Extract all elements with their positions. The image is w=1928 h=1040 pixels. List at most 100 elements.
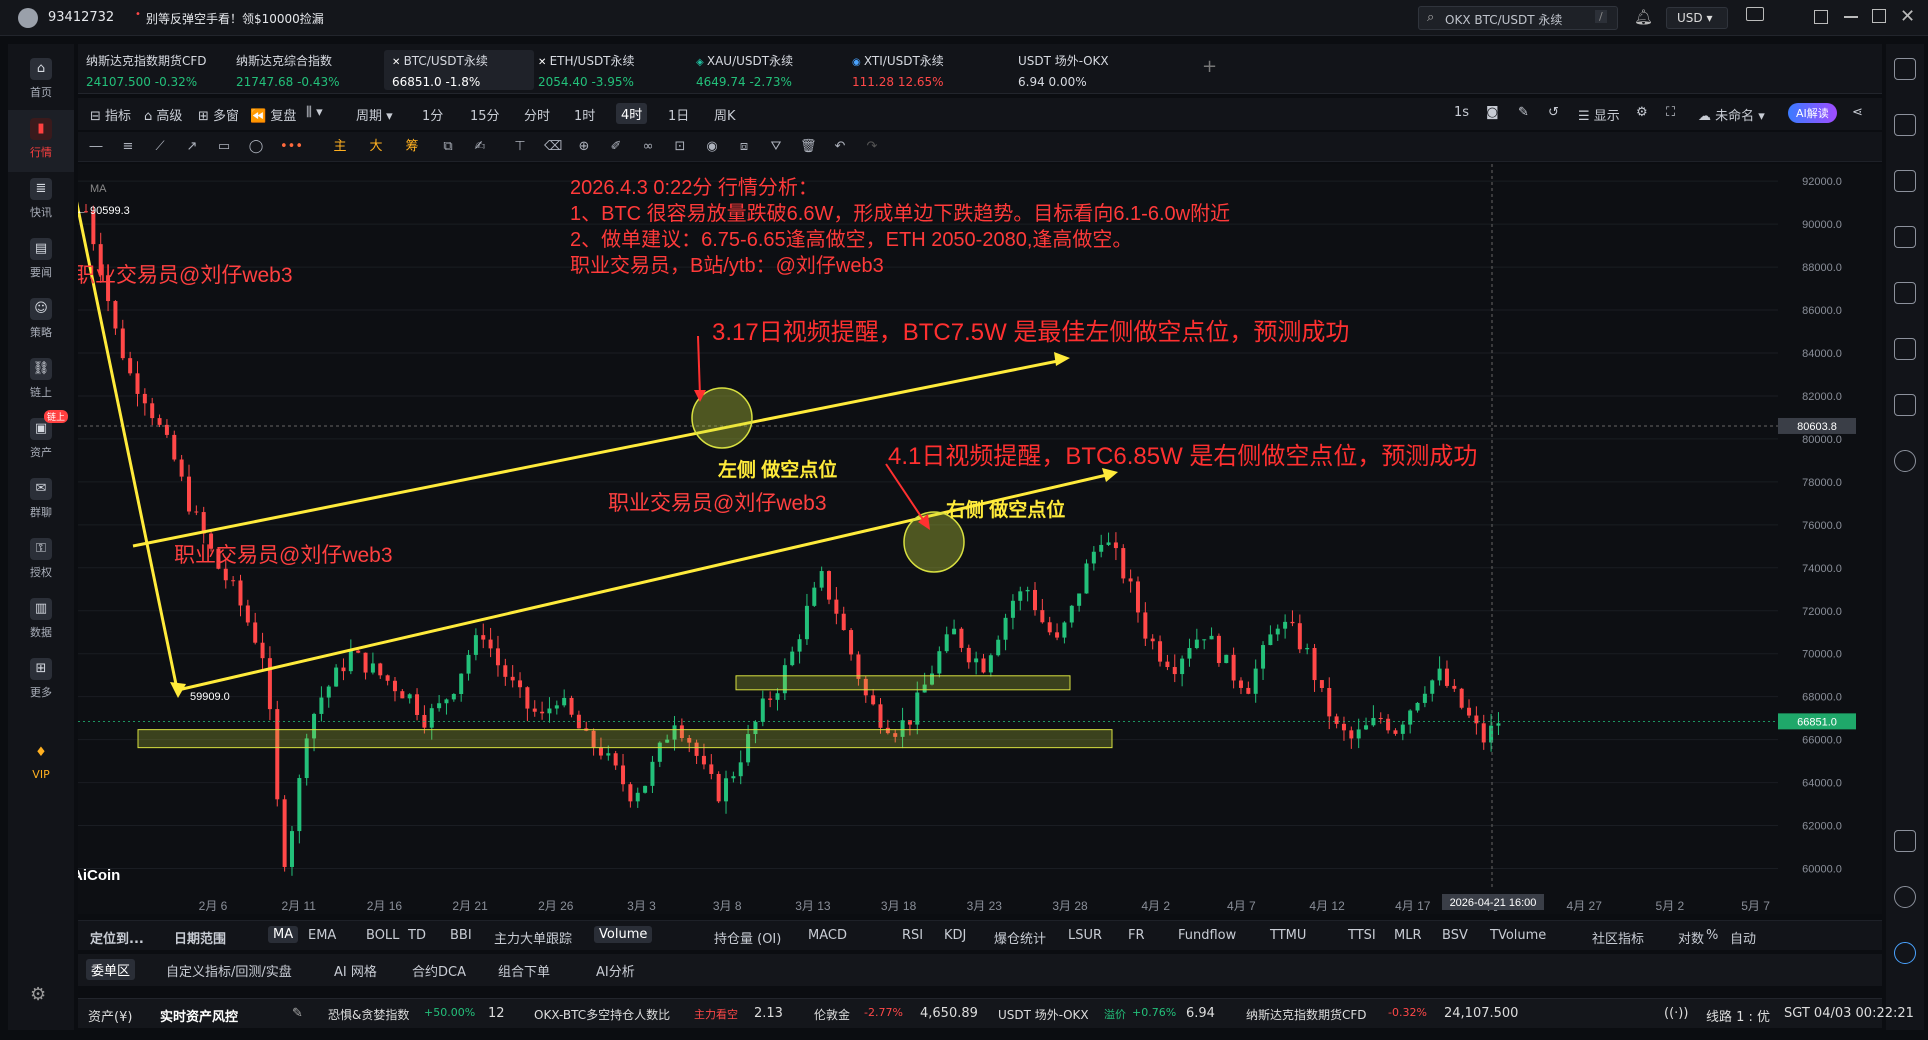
trend-icon[interactable] (1894, 226, 1916, 248)
settings-icon[interactable]: ⚙ (30, 984, 46, 1005)
interval-week[interactable]: 周K (714, 105, 736, 124)
assets-label[interactable]: 资产(¥) (88, 1006, 132, 1025)
indicator-14[interactable]: LSUR (1068, 928, 1102, 943)
chip-toggle[interactable]: 筹 (404, 139, 420, 155)
sidebar-item-0[interactable]: ⌂ 首页 (8, 50, 74, 112)
bell-icon[interactable]: 🔔︎ (1634, 8, 1653, 26)
layers-icon[interactable]: ⧈ (736, 139, 752, 155)
monitor-icon[interactable] (1894, 282, 1916, 304)
indicator-21[interactable]: TVolume (1490, 928, 1546, 943)
minimize-icon[interactable] (1844, 16, 1858, 18)
main-force-toggle[interactable]: 主 (332, 139, 348, 155)
layout-icon[interactable] (1894, 58, 1916, 80)
indicator-7[interactable]: 主力大单跟踪 (494, 928, 572, 947)
settings-icon[interactable]: ⚙ (1636, 105, 1648, 120)
indicator-17[interactable]: TTMU (1270, 928, 1306, 943)
target-icon[interactable] (1894, 450, 1916, 472)
add-ticker-icon[interactable]: + (1202, 56, 1217, 77)
interval-1m[interactable]: 1分 (422, 105, 443, 124)
rect-icon[interactable]: ▭ (216, 139, 232, 155)
circle-icon[interactable]: ◯ (248, 139, 264, 155)
multi-window-button[interactable]: ⊞ 多窗 (198, 105, 239, 124)
redo-draw-icon[interactable]: ↷ (864, 139, 880, 155)
maximize-icon[interactable] (1872, 9, 1886, 23)
ticker-1[interactable]: 纳斯达克综合指数 21747.68 -0.43% (228, 50, 348, 90)
filter-icon[interactable]: ⛛ (768, 139, 784, 155)
undo-draw-icon[interactable]: ↶ (832, 139, 848, 155)
indicator-button[interactable]: ⊟ 指标 (90, 105, 131, 124)
bottom-tab-1[interactable]: 自定义指标/回测/实盘 (166, 961, 292, 980)
brush-icon[interactable]: ✐ (608, 139, 624, 155)
sidebar-item-1[interactable]: ▮ 行情 (8, 110, 74, 172)
magnet-icon[interactable]: ⊕ (576, 139, 592, 155)
refresh-1s[interactable]: 1s (1454, 105, 1469, 120)
lock-icon[interactable]: ⊡ (672, 139, 688, 155)
indicator-19[interactable]: MLR (1394, 928, 1422, 943)
ticker-3[interactable]: ✕ ETH/USDT永续 2054.40 -3.95% (530, 50, 643, 90)
more-icon[interactable]: ••• (280, 139, 303, 155)
avatar[interactable] (18, 8, 38, 28)
link-icon[interactable]: ∞ (640, 139, 656, 155)
indicator-5[interactable]: TD (408, 928, 426, 943)
indicator-25[interactable]: 自动 (1730, 928, 1756, 947)
draw-icon[interactable]: ✍ (472, 139, 488, 155)
indicator-8[interactable]: Volume (594, 926, 653, 943)
advanced-button[interactable]: ⌂ 高级 (144, 105, 182, 124)
currency-select[interactable]: USD ▾ (1666, 7, 1728, 29)
trash-icon[interactable]: 🗑︎ (800, 139, 817, 155)
sidebar-item-11[interactable]: ♦ VIP (8, 734, 74, 796)
ticker-2[interactable]: ✕ BTC/USDT永续 66851.0 -1.8% (384, 50, 534, 90)
restore-window-icon[interactable] (1814, 10, 1828, 24)
indicator-6[interactable]: BBI (450, 928, 472, 943)
fullscreen-icon[interactable]: ⛶ (1666, 105, 1675, 120)
indicator-22[interactable]: 社区指标 (1592, 928, 1644, 947)
sidebar-item-5[interactable]: ⛓ 链上 (8, 350, 74, 412)
display-button[interactable]: ☰ 显示 (1578, 105, 1620, 124)
ticker-4[interactable]: ◈ XAU/USDT永续 4649.74 -2.73% (688, 50, 801, 90)
ticker-0[interactable]: 纳斯达克指数期货CFD 24107.500 -0.32% (78, 50, 215, 90)
trend-line-icon[interactable]: ↗ (184, 139, 200, 155)
sidebar-item-7[interactable]: ✉ 群聊 (8, 470, 74, 532)
promo-text[interactable]: 别等反弹空手看！领$10000捡漏 (146, 10, 324, 27)
indicator-15[interactable]: FR (1128, 928, 1145, 943)
pen-icon[interactable]: ✎ (1518, 105, 1529, 120)
indicator-18[interactable]: TTSI (1348, 928, 1376, 943)
layout-name-dropdown[interactable]: ☁ 未命名 ▾ (1698, 105, 1765, 124)
robot-icon[interactable] (1894, 394, 1916, 416)
mail-icon[interactable] (1746, 7, 1764, 21)
camera-icon[interactable]: ◙ (1486, 105, 1499, 120)
replay-button[interactable]: ⏪ 复盘 (250, 105, 296, 124)
stack-icon[interactable] (1894, 338, 1916, 360)
search-box[interactable]: ⌕ OKX BTC/USDT 永续 / (1418, 6, 1618, 30)
assistant-icon[interactable] (1894, 942, 1916, 964)
big-order-toggle[interactable]: 大 (368, 139, 384, 155)
horizontal-line-icon[interactable]: ― (88, 139, 104, 155)
chart-type-button[interactable]: ⫼ ▾ (306, 105, 323, 120)
bottom-tab-0[interactable]: 委单区 (86, 959, 136, 980)
sidebar-item-9[interactable]: ▥ 数据 (8, 590, 74, 652)
indicator-4[interactable]: BOLL (366, 928, 399, 943)
undo-icon[interactable]: ↺ (1548, 105, 1559, 120)
indicator-20[interactable]: BSV (1442, 928, 1468, 943)
indicator-24[interactable]: % (1706, 928, 1718, 943)
bottom-tab-4[interactable]: 组合下单 (498, 961, 550, 980)
multi-line-icon[interactable]: ≡ (120, 139, 136, 155)
bottom-tab-3[interactable]: 合约DCA (412, 961, 466, 980)
interval-15m[interactable]: 15分 (470, 105, 500, 124)
edit-icon[interactable]: ✎ (292, 1006, 303, 1021)
eraser-icon[interactable]: ⌫ (544, 139, 562, 155)
headset-icon[interactable] (1894, 886, 1916, 908)
eye-icon[interactable]: ◉ (704, 139, 720, 155)
text-icon[interactable]: ⊤ (512, 139, 528, 155)
indicator-12[interactable]: KDJ (944, 928, 966, 943)
panel-icon[interactable] (1894, 830, 1916, 852)
indicator-16[interactable]: Fundflow (1178, 928, 1236, 943)
indicator-0[interactable]: 定位到... (90, 928, 144, 947)
chart-svg[interactable]: 92000.0 90000.0 88000.0 86000.0 84000.0 82000… (78, 164, 1882, 914)
indicator-2[interactable]: MA (268, 926, 299, 943)
interval-1h[interactable]: 1时 (574, 105, 595, 124)
interval-4h[interactable]: 4时 (616, 103, 648, 124)
indicator-10[interactable]: MACD (808, 928, 847, 943)
ray-icon[interactable]: ⟋ (152, 139, 168, 155)
indicator-3[interactable]: EMA (308, 928, 336, 943)
